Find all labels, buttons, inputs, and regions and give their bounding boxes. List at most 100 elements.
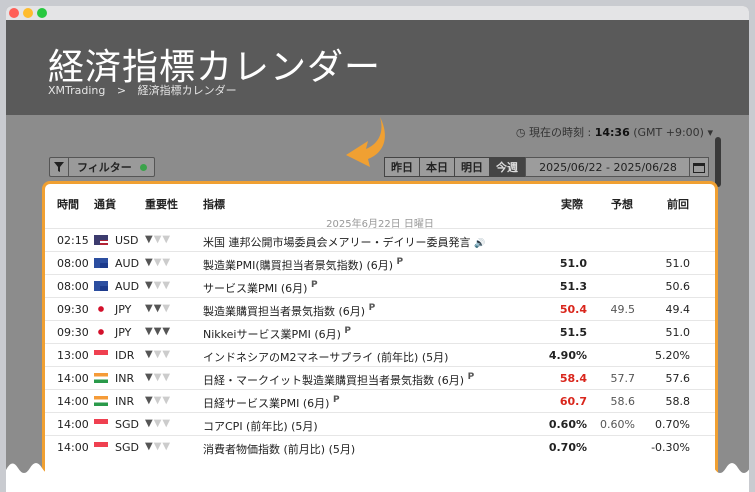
today-button[interactable]: 本日 — [420, 158, 455, 176]
header-indicator: 指標 — [203, 198, 225, 211]
row-time: 14:00 — [57, 441, 89, 454]
flag-icon — [94, 327, 108, 337]
table-row[interactable]: 08:00 AUD ▼▼▼ 製造業PMI(購買担当者景気指数) (6月) P 51.0 5… — [45, 251, 715, 275]
row-forecast: 0.60% — [600, 418, 635, 431]
flag-icon — [94, 258, 108, 268]
preliminary-badge: P — [396, 257, 404, 267]
table-row[interactable]: 14:00 INR ▼▼▼ 日経・マークイット製造業購買担当者景気指数 (6月) P 5… — [45, 366, 715, 390]
importance-icon: ▼▼▼ — [145, 280, 172, 291]
row-actual: 51.0 — [559, 257, 587, 270]
breadcrumb-home-link[interactable]: XMTrading — [48, 84, 105, 97]
importance-icon: ▼▼▼ — [145, 303, 172, 314]
importance-icon: ▼▼▼ — [145, 372, 172, 383]
header-currency: 通貨 — [94, 198, 116, 211]
row-time: 09:30 — [57, 326, 89, 339]
header-time: 時間 — [57, 198, 79, 211]
row-actual: 51.5 — [559, 326, 587, 339]
table-row[interactable]: 09:30 JPY ▼▼▼ 製造業購買担当者景気指数 (6月) P 50.4 49.5 49… — [45, 297, 715, 321]
current-time-value: 14:36 — [594, 126, 630, 139]
flag-icon — [94, 281, 108, 291]
preliminary-badge: P — [368, 303, 376, 313]
chevron-right-icon: > — [116, 84, 127, 97]
page-header: 経済指標カレンダー XMTrading > 経済指標カレンダー — [6, 20, 749, 115]
filter-button[interactable]: フィルター — [49, 157, 155, 177]
row-currency: JPY — [115, 303, 132, 316]
current-time-label: 現在の時刻 : — [529, 126, 592, 139]
row-forecast: 57.7 — [610, 372, 636, 385]
date-range-input[interactable]: 2025/06/22 - 2025/06/28 — [525, 157, 691, 177]
importance-icon: ▼▼▼ — [145, 326, 172, 337]
flag-icon — [94, 373, 108, 383]
row-previous: 51.0 — [665, 326, 691, 339]
row-previous: 49.4 — [665, 303, 691, 316]
header-importance: 重要性 — [145, 198, 178, 211]
row-previous: 5.20% — [655, 349, 690, 362]
row-previous: 58.8 — [665, 395, 691, 408]
row-indicator[interactable]: 日経サービス業PMI (6月) P — [203, 395, 340, 411]
importance-icon: ▼▼▼ — [145, 257, 172, 268]
row-time: 09:30 — [57, 303, 89, 316]
row-indicator[interactable]: Nikkeiサービス業PMI (6月) P — [203, 326, 351, 342]
breadcrumb-current: 経済指標カレンダー — [137, 84, 237, 97]
row-forecast: 58.6 — [610, 395, 636, 408]
speaker-icon: 🔊 — [474, 239, 486, 249]
this-week-button[interactable]: 今週 — [490, 158, 524, 176]
table-row[interactable]: 14:00 INR ▼▼▼ 日経サービス業PMI (6月) P 60.7 58.6 58.8 — [45, 389, 715, 413]
table-row[interactable]: 14:00 SGD ▼▼▼ コアCPI (前年比) (5月) 0.60% 0.60% 0.7… — [45, 412, 715, 436]
indicator-label: インドネシアのM2マネーサプライ (前年比) (5月) — [203, 351, 449, 364]
tomorrow-button[interactable]: 明日 — [455, 158, 490, 176]
row-currency: USD — [115, 234, 139, 247]
row-time: 08:00 — [57, 280, 89, 293]
importance-icon: ▼▼▼ — [145, 349, 172, 360]
filter-status-dot — [139, 163, 147, 171]
row-currency: INR — [115, 372, 135, 385]
row-previous: 0.70% — [655, 418, 690, 431]
row-time: 14:00 — [57, 418, 89, 431]
row-indicator[interactable]: 製造業購買担当者景気指数 (6月) P — [203, 303, 375, 319]
row-indicator[interactable]: 日経・マークイット製造業購買担当者景気指数 (6月) P — [203, 372, 474, 388]
indicator-label: 製造業購買担当者景気指数 (6月) — [203, 305, 366, 318]
preliminary-badge: P — [467, 372, 475, 382]
preliminary-badge: P — [344, 326, 352, 336]
row-actual: 0.70% — [548, 441, 587, 454]
row-actual: 4.90% — [548, 349, 587, 362]
flag-icon — [94, 396, 108, 406]
row-currency: SGD — [115, 441, 139, 454]
table-header: 時間 通貨 重要性 指標 実際 予想 前回 — [45, 184, 715, 211]
importance-icon: ▼▼▼ — [145, 441, 172, 452]
row-indicator[interactable]: サービス業PMI (6月) P — [203, 280, 318, 296]
row-currency: SGD — [115, 418, 139, 431]
table-row[interactable]: 02:15 USD ▼▼▼ 米国 連邦公開市場委員会メアリー・デイリー委員発言 🔊 — [45, 228, 715, 252]
flag-icon — [94, 304, 108, 314]
row-time: 14:00 — [57, 372, 89, 385]
breadcrumb: XMTrading > 経済指標カレンダー — [48, 82, 237, 98]
calendar-icon[interactable] — [689, 157, 709, 177]
row-previous: 51.0 — [665, 257, 691, 270]
scrollbar-thumb[interactable] — [715, 137, 721, 187]
preliminary-badge: P — [310, 280, 318, 290]
current-time-selector[interactable]: ◷ 現在の時刻 : 14:36 (GMT +9:00) ▾ — [516, 124, 713, 140]
row-indicator[interactable]: 製造業PMI(購買担当者景気指数) (6月) P — [203, 257, 403, 273]
row-previous: -0.30% — [651, 441, 690, 454]
table-row[interactable]: 09:30 JPY ▼▼▼ Nikkeiサービス業PMI (6月) P 51.5 51.0 — [45, 320, 715, 344]
maximize-window-button[interactable] — [37, 8, 47, 18]
row-forecast: 49.5 — [610, 303, 636, 316]
row-indicator[interactable]: インドネシアのM2マネーサプライ (前年比) (5月) — [203, 349, 448, 365]
close-window-button[interactable] — [9, 8, 19, 18]
row-currency: JPY — [115, 326, 132, 339]
chevron-down-icon: ▾ — [707, 126, 713, 139]
table-row[interactable]: 08:00 AUD ▼▼▼ サービス業PMI (6月) P 51.3 50.6 — [45, 274, 715, 298]
row-indicator[interactable]: コアCPI (前年比) (5月) — [203, 418, 318, 434]
minimize-window-button[interactable] — [23, 8, 33, 18]
row-indicator[interactable]: 米国 連邦公開市場委員会メアリー・デイリー委員発言 🔊 — [203, 234, 485, 250]
table-row[interactable]: 13:00 IDR ▼▼▼ インドネシアのM2マネーサプライ (前年比) (5月) 4.… — [45, 343, 715, 367]
yesterday-button[interactable]: 昨日 — [385, 158, 420, 176]
torn-edge — [6, 463, 749, 492]
row-currency: INR — [115, 395, 135, 408]
calendar-section: ◷ 現在の時刻 : 14:36 (GMT +9:00) ▾ フィルター 昨日 本… — [6, 115, 749, 492]
clock-icon: ◷ — [515, 126, 526, 139]
indicator-label: 日経サービス業PMI (6月) — [203, 397, 330, 410]
importance-icon: ▼▼▼ — [145, 395, 172, 406]
events-table: 時間 通貨 重要性 指標 実際 予想 前回 2025年6月22日 日曜日 02:… — [42, 181, 718, 492]
flag-icon — [94, 350, 108, 360]
